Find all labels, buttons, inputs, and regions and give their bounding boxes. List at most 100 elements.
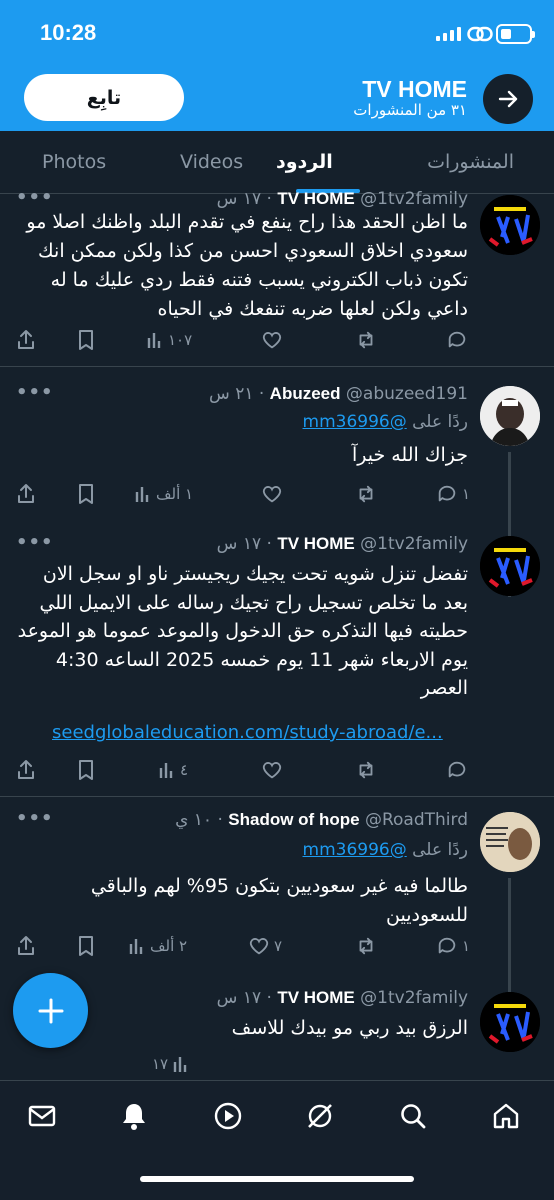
plus-icon xyxy=(38,998,63,1023)
reply-context: ردًا على @mm36996 xyxy=(303,840,468,860)
tweet[interactable]: Abuzeed @abuzeed191 · ٢١ س ••• ردًا على … xyxy=(0,382,554,597)
author-name[interactable]: TV HOME xyxy=(277,189,354,208)
battery-icon xyxy=(496,24,535,44)
like-count: ٧ xyxy=(274,937,283,955)
author-name[interactable]: Abuzeed xyxy=(270,384,341,403)
tweet-time: ٢١ س xyxy=(209,384,254,404)
play-icon[interactable] xyxy=(211,1099,245,1133)
like-button[interactable]: ٧ xyxy=(248,934,282,958)
reply-button[interactable]: ١ xyxy=(436,934,470,958)
tweet-time: ١٧ س xyxy=(216,988,262,1008)
bookmark-icon[interactable] xyxy=(76,328,96,352)
reply-prefix: ردًا على xyxy=(412,412,468,432)
tweet-actions: ١ ١ ألف xyxy=(0,482,554,506)
tweet[interactable]: Shadow of hope @RoadThird · ١٠ ي ••• ردً… xyxy=(0,808,554,993)
repost-icon[interactable] xyxy=(355,328,377,352)
mention-link[interactable]: @mm36996 xyxy=(303,840,407,860)
signal-icon xyxy=(436,27,462,41)
avatar[interactable] xyxy=(480,195,540,255)
repost-icon[interactable] xyxy=(355,482,377,506)
author-handle[interactable]: @1tv2family xyxy=(360,534,468,554)
grok-icon[interactable] xyxy=(303,1099,337,1133)
tweet-actions: ١٠٧ xyxy=(0,328,554,352)
home-icon[interactable] xyxy=(489,1099,523,1133)
avatar[interactable] xyxy=(480,386,540,446)
follow-button[interactable]: تابِع xyxy=(24,74,184,121)
mail-icon[interactable] xyxy=(25,1099,59,1133)
views-count: ٢ ألف xyxy=(150,937,188,955)
repost-icon[interactable] xyxy=(355,934,377,958)
tab-photos[interactable]: Photos xyxy=(42,151,106,173)
more-dots-icon[interactable]: ••• xyxy=(16,382,54,403)
share-icon[interactable] xyxy=(16,328,36,352)
avatar[interactable] xyxy=(480,992,540,1052)
reply-bubble-icon xyxy=(438,485,456,502)
more-dots-icon[interactable]: ••• xyxy=(16,808,54,829)
reply-count: ١ xyxy=(462,485,471,503)
profile-tabs: المنشورات الردود Videos Photos xyxy=(0,131,554,194)
reply-button[interactable]: ١ xyxy=(436,482,470,506)
heart-icon[interactable] xyxy=(261,758,283,782)
tweet[interactable]: TV HOME @1tv2family · ١٧ س ••• تفضل تنزل… xyxy=(0,532,554,792)
share-icon[interactable] xyxy=(16,934,36,958)
tab-videos[interactable]: Videos xyxy=(180,151,243,173)
views-bars-icon xyxy=(135,487,149,502)
views-counter[interactable]: ١ ألف xyxy=(134,482,193,506)
profile-name: TV HOME xyxy=(362,76,467,102)
home-indicator[interactable] xyxy=(140,1176,414,1182)
bookmark-icon[interactable] xyxy=(76,934,96,958)
bottom-navigation xyxy=(0,1080,554,1200)
tweet-actions: ٤ xyxy=(0,758,554,782)
avatar[interactable] xyxy=(480,812,540,872)
author-name[interactable]: Shadow of hope xyxy=(228,810,359,829)
author-handle[interactable]: @1tv2family xyxy=(360,988,468,1008)
author-name[interactable]: TV HOME xyxy=(277,988,354,1007)
divider xyxy=(0,366,554,367)
status-time: 10:28 xyxy=(40,20,97,45)
views-count: ٤ xyxy=(180,761,189,779)
reply-bubble-icon[interactable] xyxy=(446,758,468,782)
views-bars-icon xyxy=(159,763,173,778)
heart-icon[interactable] xyxy=(261,328,283,352)
views-counter[interactable]: ٤ xyxy=(158,758,188,782)
share-icon[interactable] xyxy=(16,758,36,782)
back-button[interactable] xyxy=(483,74,533,124)
bookmark-icon[interactable] xyxy=(76,758,96,782)
views-count: ١٠٧ xyxy=(168,331,193,349)
tab-posts[interactable]: المنشورات xyxy=(427,151,514,173)
views-counter[interactable]: ٢ ألف xyxy=(128,934,187,958)
status-bar: 10:28 xyxy=(0,0,554,62)
reply-bubble-icon[interactable] xyxy=(446,328,468,352)
tweet[interactable]: TV HOME @1tv2family · ١٧ س ••• ما اظن ال… xyxy=(0,187,554,365)
repost-icon[interactable] xyxy=(355,758,377,782)
bell-icon[interactable] xyxy=(117,1099,151,1133)
heart-icon[interactable] xyxy=(261,482,283,506)
views-bars-icon xyxy=(129,939,143,954)
reply-prefix: ردًا على xyxy=(412,840,468,860)
divider xyxy=(0,796,554,797)
mention-link[interactable]: @mm36996 xyxy=(303,412,407,432)
views-bars-icon xyxy=(173,1057,187,1072)
author-handle[interactable]: @abuzeed191 xyxy=(346,384,468,404)
reply-bubble-icon xyxy=(438,937,456,954)
search-icon[interactable] xyxy=(396,1099,430,1133)
tweet-text: طالما فيه غير سعوديين بتكون 95% لهم والب… xyxy=(90,875,468,926)
avatar[interactable] xyxy=(480,536,540,596)
author-handle[interactable]: @RoadThird xyxy=(365,810,468,830)
more-dots-icon[interactable]: ••• xyxy=(16,532,54,553)
more-dots-icon[interactable]: ••• xyxy=(16,187,54,208)
views-count: ١٧ xyxy=(152,1055,169,1073)
views-count: ١ ألف xyxy=(156,485,194,503)
tab-replies[interactable]: الردود xyxy=(276,151,333,173)
bookmark-icon[interactable] xyxy=(76,482,96,506)
views-counter[interactable]: ١٠٧ xyxy=(146,328,192,352)
author-name[interactable]: TV HOME xyxy=(277,534,354,553)
tweet-actions: ١٧ xyxy=(0,1052,554,1076)
tweet-link[interactable]: seedglobaleducation.com/study-abroad/e..… xyxy=(52,722,443,743)
share-icon[interactable] xyxy=(16,482,36,506)
author-handle[interactable]: @1tv2family xyxy=(360,189,468,209)
compose-button[interactable] xyxy=(13,973,88,1048)
tweet-time: ١٧ س xyxy=(216,534,262,554)
views-counter[interactable]: ١٧ xyxy=(152,1052,190,1076)
tweet-text: ما اظن الحقد هذا راح ينفع في تقدم البلد … xyxy=(26,211,468,320)
